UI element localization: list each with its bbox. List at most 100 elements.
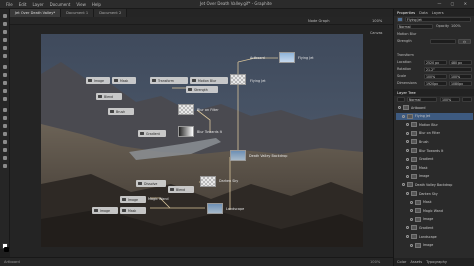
dimensions-w-field[interactable]: 1920px: [424, 81, 447, 86]
visibility-eye-icon[interactable]: [406, 123, 409, 127]
node-image-3[interactable]: Image: [92, 207, 118, 214]
layer-row[interactable]: Blur Towards It: [396, 147, 473, 154]
blend-icon: [98, 95, 102, 98]
node-mask[interactable]: Mask: [112, 77, 136, 84]
layer-row[interactable]: Gradient: [396, 156, 473, 163]
tab-data[interactable]: Data: [419, 11, 428, 15]
layer-thumbnail: [407, 113, 413, 119]
strength-toggle[interactable]: ⏻: [458, 39, 471, 44]
layer-row[interactable]: Death Valley Backdrop: [396, 181, 473, 188]
visibility-eye-icon[interactable]: [410, 200, 413, 204]
layer-row[interactable]: Darken Sky: [396, 190, 473, 197]
visibility-eye-icon[interactable]: [406, 131, 409, 135]
scale-x-field[interactable]: 100%: [424, 74, 447, 79]
location-x-field[interactable]: 2520 px: [424, 60, 447, 65]
strength-icon: [188, 88, 192, 91]
label-darken-sky: Darken Sky: [219, 179, 239, 183]
strength-slider[interactable]: [430, 39, 456, 44]
dissolve-icon: [138, 182, 142, 185]
bottom-panel-tabs: Color Assets Typography: [394, 258, 474, 266]
visibility-eye-icon[interactable]: [406, 226, 409, 230]
node-brush[interactable]: Brush: [108, 108, 134, 115]
visibility-eye-icon[interactable]: [406, 235, 409, 238]
visibility-eye-icon[interactable]: [402, 183, 405, 187]
layer-row[interactable]: Magic Wand: [396, 207, 473, 214]
layer-label: Death Valley Backdrop: [415, 182, 453, 187]
layer-thumbnail: [415, 216, 421, 222]
layer-row[interactable]: Image: [396, 216, 473, 223]
node-transform[interactable]: Transform: [150, 77, 188, 84]
layer-row[interactable]: Image: [396, 242, 473, 249]
layer-name-field[interactable]: Flying Jet: [405, 17, 471, 22]
mask-icon: [122, 209, 126, 212]
layer-row[interactable]: Artboard: [396, 104, 473, 111]
layer-thumbnail: [411, 225, 417, 231]
layer-lock-icon[interactable]: [462, 97, 472, 102]
node-gradient[interactable]: Gradient: [138, 130, 166, 137]
visibility-eye-icon[interactable]: [410, 243, 413, 247]
section-motion-blur[interactable]: Motion Blur: [397, 31, 472, 37]
layer-label: Artboard: [411, 105, 426, 110]
node-blend[interactable]: Blend: [96, 93, 122, 100]
scale-y-field[interactable]: 100%: [449, 74, 472, 79]
layer-thumbnail: [411, 122, 417, 128]
gradient-icon: [140, 132, 144, 135]
layer-label: Image: [423, 217, 434, 222]
layer-row[interactable]: Image: [396, 173, 473, 180]
layer-row[interactable]: Flying Jet: [396, 112, 473, 120]
thumb-artboard[interactable]: [279, 52, 295, 63]
layer-row[interactable]: Brush: [396, 138, 473, 145]
tab-properties[interactable]: Properties: [397, 11, 415, 15]
image-icon: [122, 198, 126, 201]
label-magic-wand: Magic Wand: [148, 197, 169, 201]
layer-row[interactable]: Gradient: [396, 224, 473, 231]
rotation-field[interactable]: 21.2°: [424, 67, 472, 72]
thumb-blur-towards[interactable]: [178, 126, 194, 137]
layer-row[interactable]: Blur on Filter: [396, 130, 473, 137]
layer-blend-select[interactable]: Normal: [407, 97, 437, 102]
visibility-eye-icon[interactable]: [410, 217, 413, 221]
node-dissolve[interactable]: Dissolve: [136, 180, 166, 187]
node-image[interactable]: Image: [86, 77, 110, 84]
section-transform[interactable]: Transform: [397, 52, 472, 58]
layer-opacity-field[interactable]: 100%: [440, 97, 460, 102]
dimensions-h-field[interactable]: 1080px: [449, 81, 472, 86]
node-image-2[interactable]: Image: [120, 196, 146, 203]
node-strength[interactable]: Strength: [186, 86, 218, 93]
tab-assets[interactable]: Assets: [410, 260, 422, 264]
node-motion-blur[interactable]: Motion Blur: [190, 77, 228, 84]
visibility-eye-icon[interactable]: [406, 174, 409, 178]
node-blend-2[interactable]: Blend: [168, 186, 194, 193]
layer-label: Mask: [419, 165, 428, 170]
blend-mode-select[interactable]: Normal: [397, 24, 433, 29]
visibility-eye-icon[interactable]: [410, 209, 413, 213]
node-mask-2[interactable]: Mask: [120, 207, 146, 214]
thumb-landscape[interactable]: [207, 203, 223, 214]
layer-row[interactable]: Mask: [396, 164, 473, 171]
layer-thumbnail: [403, 105, 409, 110]
thumb-flying-jet[interactable]: [230, 74, 246, 85]
tab-layer-tree[interactable]: Layer Tree: [397, 91, 416, 95]
properties-tabs: Properties Data Layers: [394, 9, 474, 16]
tab-color[interactable]: Color: [397, 260, 406, 264]
tab-layers[interactable]: Layers: [432, 11, 444, 15]
thumb-darken-sky[interactable]: [200, 176, 216, 187]
visibility-eye-icon[interactable]: [406, 149, 409, 152]
visibility-eye-icon[interactable]: [406, 192, 409, 195]
right-panel: Properties Data Layers Flying Jet Normal…: [393, 9, 474, 266]
thumb-blur-filter[interactable]: [178, 104, 194, 115]
opacity-value[interactable]: 100%: [451, 24, 461, 28]
thumb-death-valley[interactable]: [230, 150, 246, 161]
location-y-field[interactable]: 480 px: [449, 60, 472, 65]
layer-row[interactable]: Landscape: [396, 233, 473, 240]
visibility-eye-icon[interactable]: [406, 157, 409, 161]
layer-row[interactable]: Motion Blur: [396, 121, 473, 128]
layer-row[interactable]: Mask: [396, 199, 473, 206]
visibility-eye-icon[interactable]: [402, 114, 405, 118]
layer-options-icon[interactable]: [397, 97, 405, 102]
visibility-eye-icon[interactable]: [406, 140, 409, 144]
layer-thumbnail: [411, 165, 417, 171]
visibility-eye-icon[interactable]: [398, 106, 401, 109]
visibility-eye-icon[interactable]: [406, 166, 409, 170]
tab-typography[interactable]: Typography: [426, 260, 447, 264]
